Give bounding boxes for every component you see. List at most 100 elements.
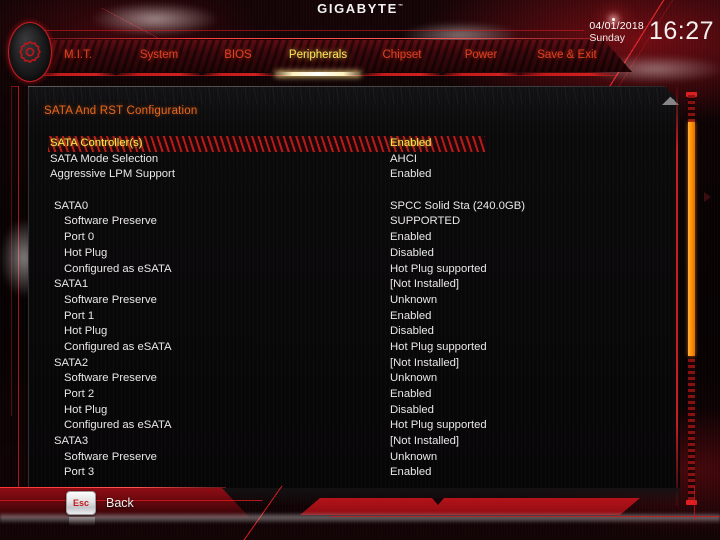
bios-screen: GIGABYTE™ M.I.T. System BIOS Peripherals <box>0 0 720 540</box>
setting-label: SATA2 <box>54 356 89 369</box>
setting-label: Software Preserve <box>64 450 157 463</box>
setting-label: Software Preserve <box>64 293 157 306</box>
setting-label: Configured as eSATA <box>64 419 172 432</box>
time-text: 16:27 <box>648 17 714 45</box>
setting-label: Configured as eSATA <box>64 262 172 275</box>
header: GIGABYTE™ M.I.T. System BIOS Peripherals <box>0 0 720 86</box>
settings-row[interactable]: Configured as eSATA Hot Plug supported <box>28 418 680 434</box>
setting-value[interactable]: Enabled <box>390 387 431 403</box>
nav-tabs: M.I.T. System BIOS Peripherals Chipset P… <box>40 48 612 76</box>
setting-value[interactable]: Enabled <box>390 465 431 481</box>
setting-label: Software Preserve <box>64 372 157 385</box>
settings-row[interactable]: Software Preserve Unknown <box>28 293 680 309</box>
setting-value[interactable]: [Not Installed] <box>390 434 459 450</box>
setting-value[interactable]: Enabled <box>390 230 431 246</box>
scroll-arrow-icon <box>704 192 711 202</box>
setting-value[interactable]: Hot Plug supported <box>390 418 487 434</box>
setting-label: Configured as eSATA <box>64 340 172 353</box>
settings-list: SATA Controller(s) Enabled SATA Mode Selec… <box>28 136 680 481</box>
settings-row[interactable]: SATA Controller(s) Enabled <box>28 136 680 152</box>
esc-key-label: Esc <box>72 498 89 508</box>
setting-label: SATA3 <box>54 435 89 448</box>
setting-label: SATA Controller(s) <box>50 137 143 149</box>
tab-power-label: Power <box>464 49 498 61</box>
settings-row[interactable]: Aggressive LPM Support Enabled <box>28 167 680 183</box>
settings-row[interactable]: Hot Plug Disabled <box>28 246 680 262</box>
settings-panel-top-stripes <box>28 87 664 104</box>
setting-value[interactable]: Unknown <box>390 371 437 387</box>
tab-system[interactable]: System <box>116 48 202 76</box>
setting-value[interactable]: Hot Plug supported <box>390 340 487 356</box>
settings-row[interactable]: SATA2 [Not Installed] <box>28 356 680 372</box>
tab-system-label: System <box>139 49 179 61</box>
settings-row[interactable]: SATA0 SPCC Solid Sta (240.0GB) <box>28 199 680 215</box>
setting-value[interactable]: Enabled <box>390 136 431 152</box>
day-text: Sunday <box>589 32 625 44</box>
tab-peripherals-label: Peripherals <box>288 49 348 61</box>
settings-row[interactable]: Port 3 Enabled <box>28 465 680 481</box>
setting-value[interactable]: [Not Installed] <box>390 356 459 372</box>
setting-label: Hot Plug <box>64 246 108 259</box>
esc-key-icon: Esc <box>66 491 96 526</box>
setting-value[interactable]: Enabled <box>390 309 431 325</box>
setting-label: Hot Plug <box>64 325 108 338</box>
date-text: 04/01/2018 <box>589 20 644 32</box>
gear-icon[interactable] <box>8 22 52 82</box>
tab-chipset-label: Chipset <box>382 49 422 61</box>
setting-label: SATA1 <box>54 278 89 291</box>
setting-label: Aggressive LPM Support <box>50 168 175 181</box>
setting-value[interactable]: Disabled <box>390 246 434 262</box>
footer-triangle-icon <box>432 498 444 505</box>
settings-row[interactable]: Port 0 Enabled <box>28 230 680 246</box>
tab-bios-label: BIOS <box>224 49 252 61</box>
footer-thin-line <box>330 516 720 517</box>
settings-row[interactable]: Port 2 Enabled <box>28 387 680 403</box>
tab-save-and-exit[interactable]: Save & Exit <box>520 48 614 76</box>
tab-bios[interactable]: BIOS <box>202 48 274 76</box>
setting-value[interactable]: [Not Installed] <box>390 277 459 293</box>
settings-row[interactable]: Port 1 Enabled <box>28 309 680 325</box>
settings-row[interactable]: Hot Plug Disabled <box>28 324 680 340</box>
setting-value[interactable]: AHCI <box>390 152 417 168</box>
right-accent-edge <box>676 86 678 506</box>
setting-value[interactable]: Unknown <box>390 293 437 309</box>
settings-row[interactable]: Hot Plug Disabled <box>28 403 680 419</box>
scrollbar-thumb[interactable] <box>688 122 695 356</box>
setting-label: SATA0 <box>54 199 89 212</box>
settings-row[interactable]: SATA3 [Not Installed] <box>28 434 680 450</box>
setting-label: Port 0 <box>64 231 95 244</box>
back-button[interactable]: Esc Back <box>66 491 134 526</box>
date-block: 04/01/2018 Sunday <box>589 18 644 45</box>
setting-value[interactable]: Disabled <box>390 324 434 340</box>
setting-label: SATA Mode Selection <box>50 152 159 165</box>
gigabyte-logo: GIGABYTE™ <box>0 0 720 16</box>
setting-label: Software Preserve <box>64 215 157 228</box>
tab-save-and-exit-label: Save & Exit <box>537 49 597 61</box>
tab-chipset[interactable]: Chipset <box>362 48 442 76</box>
settings-row[interactable]: Configured as eSATA Hot Plug supported <box>28 340 680 356</box>
tab-peripherals[interactable]: Peripherals <box>274 48 362 76</box>
setting-label: Port 2 <box>64 388 95 400</box>
settings-row[interactable]: Software Preserve Unknown <box>28 371 680 387</box>
gigabyte-logo-text: GIGABYTE <box>317 1 398 16</box>
left-accent-line-1 <box>18 86 19 490</box>
trademark-mark: ™ <box>397 3 403 10</box>
setting-value[interactable]: Disabled <box>390 403 434 419</box>
setting-value[interactable]: SPCC Solid Sta (240.0GB) <box>390 199 525 215</box>
page-title: SATA And RST Configuration <box>44 105 198 117</box>
left-accent-line-2 <box>11 86 12 416</box>
settings-row[interactable]: Software Preserve SUPPORTED <box>28 214 680 230</box>
date-time-display: 04/01/2018 Sunday 16:27 <box>589 18 714 45</box>
settings-row[interactable]: Software Preserve Unknown <box>28 450 680 466</box>
settings-row[interactable]: Configured as eSATA Hot Plug supported <box>28 262 680 278</box>
setting-value[interactable]: Hot Plug supported <box>390 262 487 278</box>
tab-power[interactable]: Power <box>442 48 520 76</box>
setting-value[interactable]: SUPPORTED <box>390 214 460 230</box>
nav-bar-top-line <box>24 38 608 39</box>
settings-row[interactable]: SATA1 [Not Installed] <box>28 277 680 293</box>
setting-value[interactable]: Unknown <box>390 450 437 466</box>
setting-value[interactable]: Enabled <box>390 167 431 183</box>
settings-row-spacer <box>28 183 680 199</box>
setting-label: Hot Plug <box>64 403 108 416</box>
settings-row[interactable]: SATA Mode Selection AHCI <box>28 152 680 168</box>
